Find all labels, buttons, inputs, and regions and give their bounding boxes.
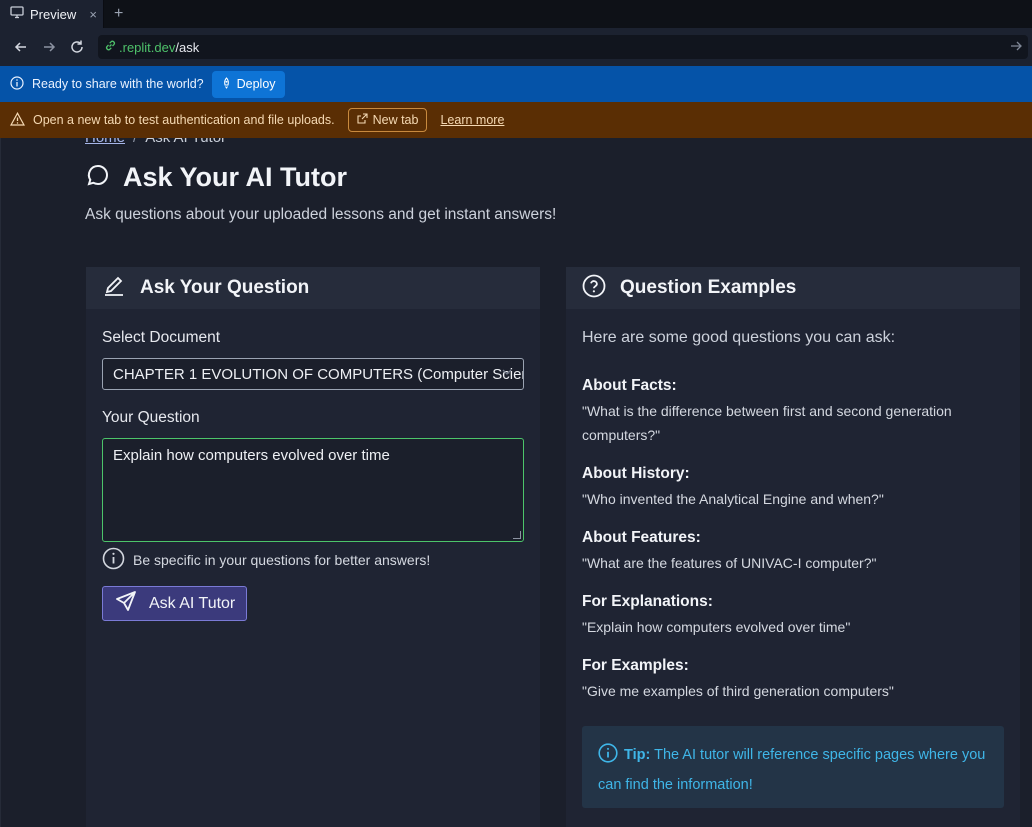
warning-banner: Open a new tab to test authentication an… <box>0 102 1032 138</box>
back-arrow-icon[interactable] <box>10 36 32 58</box>
examples-card-title: Question Examples <box>620 277 797 298</box>
example-title: About History: <box>582 465 690 482</box>
go-arrow-icon[interactable] <box>1010 40 1022 55</box>
your-question-label: Your Question <box>102 409 200 426</box>
url-input[interactable]: .replit.dev/ask <box>98 35 1028 59</box>
new-tab-label: New tab <box>372 113 419 127</box>
tab-preview[interactable]: Preview × <box>0 0 104 28</box>
ask-card-title: Ask Your Question <box>140 277 310 298</box>
page-edge <box>0 138 1 827</box>
deploy-button[interactable]: Deploy <box>211 70 285 98</box>
chevron-down-icon <box>501 366 513 381</box>
examples-intro: Here are some good questions you can ask… <box>582 329 896 346</box>
tip-label: Tip: <box>624 747 651 763</box>
tip-text: The AI tutor will reference specific pag… <box>598 747 986 793</box>
question-examples-card: Question Examples Here are some good que… <box>566 267 1020 827</box>
close-tab-icon[interactable]: × <box>89 7 97 22</box>
deploy-message: Ready to share with the world? <box>32 77 204 91</box>
select-document-label: Select Document <box>102 329 221 346</box>
question-textarea[interactable]: Explain how computers evolved over time <box>102 438 524 542</box>
page-subtitle: Ask questions about your uploaded lesson… <box>85 206 557 223</box>
monitor-icon <box>10 5 24 24</box>
document-select-value: CHAPTER 1 EVOLUTION OF COMPUTERS (Comput… <box>113 365 524 383</box>
example-text: "What is the difference between first an… <box>582 403 952 443</box>
page-heading: Ask Your AI Tutor <box>85 162 347 193</box>
info-icon <box>10 75 24 93</box>
breadcrumb-separator: / <box>133 138 137 146</box>
external-link-icon <box>357 113 368 127</box>
page-title: Ask Your AI Tutor <box>123 162 348 192</box>
breadcrumb-home-link[interactable]: Home <box>85 138 125 146</box>
learn-more-link[interactable]: Learn more <box>440 113 504 127</box>
tab-label: Preview <box>30 6 77 22</box>
question-hint: Be specific in your questions for better… <box>102 547 430 573</box>
ask-ai-tutor-button[interactable]: Ask AI Tutor <box>102 586 247 621</box>
examples-card-header: Question Examples <box>566 267 1020 309</box>
example-title: For Explanations: <box>582 593 713 610</box>
link-icon <box>104 39 117 55</box>
document-select[interactable]: CHAPTER 1 EVOLUTION OF COMPUTERS (Comput… <box>102 358 524 390</box>
resize-handle[interactable] <box>513 531 521 539</box>
question-text: Explain how computers evolved over time <box>113 447 390 464</box>
new-tab-button[interactable]: New tab <box>347 108 428 132</box>
chat-bubble-icon <box>85 162 111 193</box>
url-host: .replit.dev <box>119 39 176 55</box>
ask-card-header: Ask Your Question <box>86 267 540 309</box>
example-text: "Who invented the Analytical Engine and … <box>582 491 884 507</box>
ask-question-card: Ask Your Question Select Document CHAPTE… <box>86 267 540 827</box>
send-icon <box>115 590 137 617</box>
browser-tab-bar: Preview × + <box>0 0 1032 28</box>
breadcrumb: Home / Ask AI Tutor <box>85 138 226 146</box>
address-bar: .replit.dev/ask <box>0 28 1032 66</box>
example-title: About Facts: <box>582 377 677 394</box>
question-circle-icon <box>582 274 606 303</box>
example-text: "Give me examples of third generation co… <box>582 683 894 699</box>
example-title: For Examples: <box>582 657 689 674</box>
hint-text: Be specific in your questions for better… <box>133 552 431 568</box>
example-text: "What are the features of UNIVAC-I compu… <box>582 555 877 571</box>
forward-arrow-icon[interactable] <box>38 36 60 58</box>
warning-icon <box>9 111 26 129</box>
url-path: /ask <box>175 39 200 55</box>
example-text: "Explain how computers evolved over time… <box>582 619 851 635</box>
deploy-banner: Ready to share with the world? Deploy <box>0 66 1032 102</box>
page-content: Home / Ask AI Tutor Ask Your AI Tutor Ask … <box>0 138 1032 827</box>
info-icon <box>598 743 618 772</box>
tip-box: Tip: The AI tutor will reference specifi… <box>582 726 1004 808</box>
reload-icon[interactable] <box>66 36 88 58</box>
new-tab-plus-icon[interactable]: + <box>104 0 133 28</box>
pencil-icon <box>102 274 126 303</box>
deploy-label: Deploy <box>236 77 276 91</box>
warning-message: Open a new tab to test authentication an… <box>33 113 335 127</box>
info-icon <box>102 547 125 573</box>
rocket-icon <box>221 76 232 92</box>
breadcrumb-current: Ask AI Tutor <box>145 138 226 146</box>
example-title: About Features: <box>582 529 701 546</box>
ask-button-label: Ask AI Tutor <box>149 594 236 612</box>
